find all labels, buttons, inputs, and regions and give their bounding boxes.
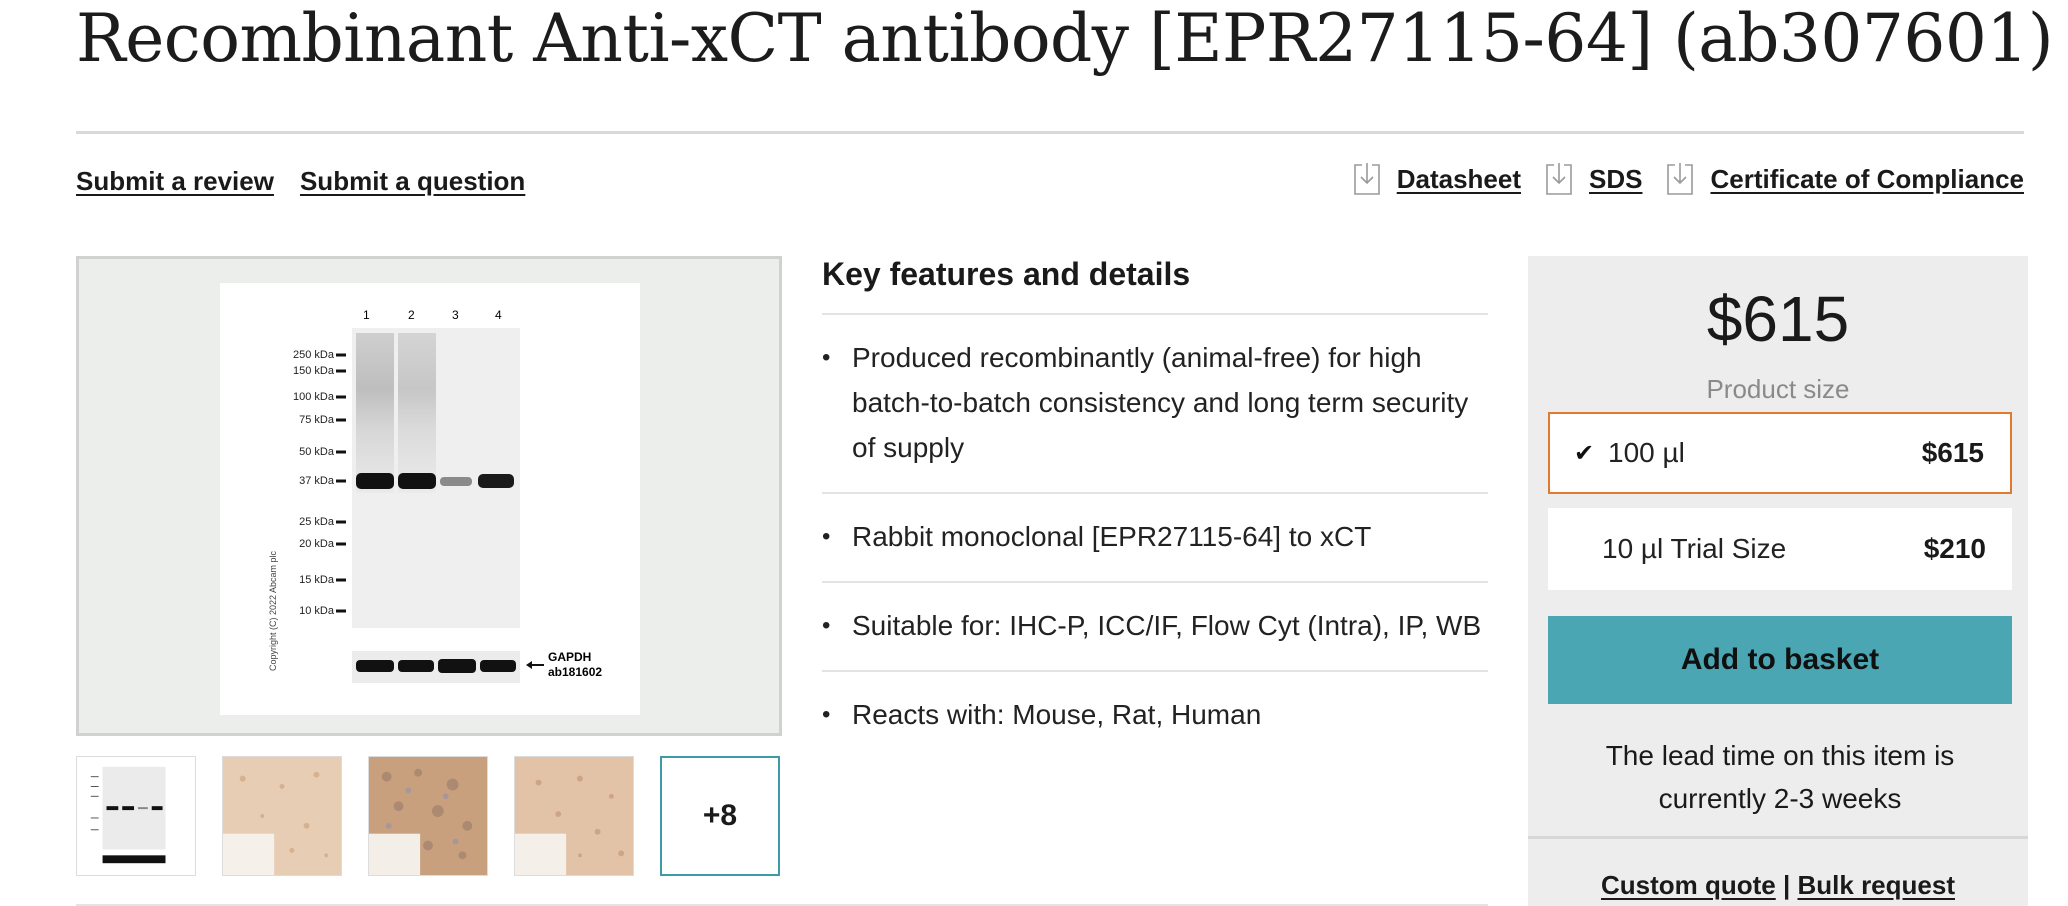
- size-option-name: 100 µl: [1608, 437, 1685, 468]
- check-icon: ✔: [1574, 439, 1595, 467]
- blot-band: [438, 659, 476, 673]
- download-links: Datasheet SDS Certificate of Compliance: [1353, 162, 2024, 196]
- panel-divider: [1528, 836, 2028, 839]
- review-links: Submit a review Submit a question: [76, 166, 525, 197]
- western-blot-figure: 1 2 3 4 250 kDa 150 kDa 100 kDa 75 kDa 5…: [268, 308, 602, 683]
- thumbnail-ihc-3[interactable]: [514, 756, 634, 876]
- page-title: Recombinant Anti-xCT antibody [EPR27115-…: [76, 0, 2054, 77]
- lane-label: 1: [363, 308, 370, 322]
- datasheet-download[interactable]: Datasheet: [1353, 162, 1521, 196]
- price-display: $615: [1706, 283, 1850, 355]
- lane-label: 4: [495, 308, 502, 322]
- custom-quote-link[interactable]: Custom quote: [1601, 870, 1776, 900]
- download-icon: [1546, 163, 1572, 195]
- lane-label: 2: [408, 308, 415, 322]
- feature-item: Reacts with: Mouse, Rat, Human: [822, 672, 1488, 759]
- marker-label: 150 kDa: [293, 365, 335, 377]
- western-blot-image: 1 2 3 4 250 kDa 150 kDa 100 kDa 75 kDa 5…: [220, 283, 640, 715]
- image-thumbnails: +8: [76, 756, 780, 876]
- marker-label: 37 kDa: [299, 475, 335, 487]
- blot-band: [440, 477, 472, 486]
- add-to-basket-button[interactable]: Add to basket: [1548, 616, 2012, 704]
- product-size-label: Product size: [1706, 374, 1850, 404]
- lane-smear: [356, 333, 394, 493]
- blot-band: [480, 660, 516, 672]
- marker-label: 20 kDa: [299, 538, 335, 550]
- thumbnail-ihc-1[interactable]: [222, 756, 342, 876]
- certificate-download[interactable]: Certificate of Compliance: [1666, 162, 2024, 196]
- marker-ticks: [336, 353, 346, 613]
- bulk-request-link[interactable]: Bulk request: [1798, 870, 1956, 900]
- size-option-10ul-trial[interactable]: 10 µl Trial Size $210: [1548, 508, 2012, 590]
- download-icon: [1667, 163, 1694, 195]
- blot-band: [398, 660, 434, 672]
- size-option-price: $615: [1921, 437, 1984, 468]
- link-separator: |: [1782, 870, 1791, 900]
- download-icon: [1353, 163, 1380, 195]
- more-images-button[interactable]: +8: [660, 756, 780, 876]
- blot-band: [356, 473, 394, 489]
- marker-label: 25 kDa: [299, 516, 335, 528]
- purchase-panel: $615 Product size ✔ 100 µl $615 10 µl Tr…: [1528, 256, 2028, 906]
- feature-item: Produced recombinantly (animal-free) for…: [822, 315, 1488, 494]
- lane-label: 3: [452, 308, 459, 322]
- feature-item: Rabbit monoclonal [EPR27115-64] to xCT: [822, 494, 1488, 583]
- title-divider: [76, 131, 2024, 134]
- marker-label: 15 kDa: [299, 574, 335, 586]
- certificate-link[interactable]: Certificate of Compliance: [1710, 164, 2024, 195]
- marker-label: 75 kDa: [299, 414, 335, 426]
- sds-download[interactable]: SDS: [1545, 162, 1642, 196]
- size-option-price: $210: [1923, 533, 1986, 564]
- gapdh-label: GAPDH: [548, 650, 591, 664]
- lane-smear: [398, 333, 436, 493]
- product-image-viewer[interactable]: 1 2 3 4 250 kDa 150 kDa 100 kDa 75 kDa 5…: [76, 256, 782, 736]
- copyright-text: Copyright (C) 2022 Abcam plc: [268, 550, 278, 671]
- thumbnail-ihc-2[interactable]: [368, 756, 488, 876]
- blot-band: [356, 660, 394, 672]
- arrow-head-icon: [526, 661, 532, 669]
- marker-label: 100 kDa: [293, 391, 335, 403]
- key-features-list: Produced recombinantly (animal-free) for…: [822, 315, 1488, 759]
- key-features-section: Key features and details Produced recomb…: [822, 256, 1488, 759]
- marker-label: 10 kDa: [299, 605, 335, 617]
- submit-review-link[interactable]: Submit a review: [76, 166, 274, 197]
- size-option-100ul[interactable]: ✔ 100 µl $615: [1548, 412, 2012, 494]
- size-option-name: 10 µl Trial Size: [1602, 533, 1787, 564]
- feature-item: Suitable for: IHC-P, ICC/IF, Flow Cyt (I…: [822, 583, 1488, 672]
- sds-link[interactable]: SDS: [1589, 164, 1642, 195]
- thumbnail-western-blot[interactable]: [76, 756, 196, 876]
- marker-label: 250 kDa: [293, 349, 335, 361]
- blot-band: [398, 473, 436, 489]
- gapdh-catalog: ab181602: [548, 665, 602, 679]
- quote-links: Custom quote | Bulk request: [1528, 870, 2028, 901]
- datasheet-link[interactable]: Datasheet: [1397, 164, 1521, 195]
- lead-time-text: The lead time on this item is currently …: [1605, 740, 1955, 814]
- blot-band: [478, 474, 514, 488]
- key-features-heading: Key features and details: [822, 256, 1488, 315]
- submit-question-link[interactable]: Submit a question: [300, 166, 525, 197]
- marker-label: 50 kDa: [299, 446, 335, 458]
